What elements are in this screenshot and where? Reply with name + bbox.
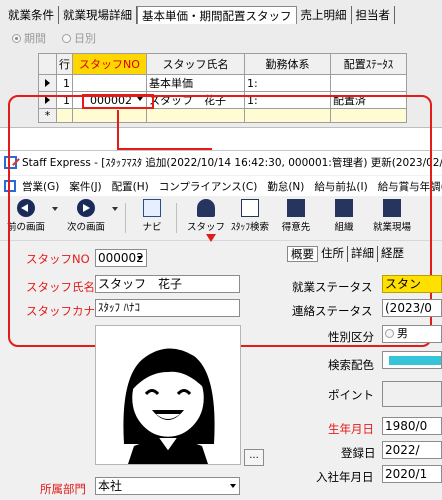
column-header-work-type: 勤務体系 <box>244 53 331 75</box>
staff-kana-field[interactable]: ｽﾀｯﾌ ﾊﾅｺ <box>95 299 240 317</box>
staff-name-label: スタッフ氏名 <box>26 280 95 294</box>
join-date-label: 入社年月日 <box>316 470 374 484</box>
staff-no-select[interactable]: 000002 <box>95 249 147 267</box>
registered-date-label: 登録日 <box>341 446 376 460</box>
tab-work-conditions[interactable]: 就業条件 <box>4 6 59 24</box>
gender-label: 性別区分 <box>328 330 374 344</box>
table-header-row: 行 スタッフNO スタッフ氏名 勤務体系 配置ｽﾃｰﾀｽ <box>38 53 407 75</box>
grid-tabs: 就業条件 就業現場詳細 基本単価・期間配置スタッフ 売上明細 担当者 <box>4 6 395 24</box>
detail-tabs: 概要 住所 詳細 経歴 <box>287 246 407 262</box>
tab-career[interactable]: 経歴 <box>378 246 407 262</box>
color-swatch <box>389 356 441 365</box>
radio-period[interactable]: 期間 <box>12 30 46 46</box>
staff-name-field[interactable]: スタッフ 花子 <box>95 275 240 293</box>
column-header-staff-no: スタッフNO <box>72 53 147 75</box>
tab-sales-detail[interactable]: 売上明細 <box>297 6 352 24</box>
search-color-label: 検索配色 <box>328 358 374 372</box>
tab-address[interactable]: 住所 <box>318 246 348 262</box>
radio-male-icon[interactable] <box>385 329 394 338</box>
staff-portrait-icon <box>123 348 215 464</box>
tab-work-site-detail[interactable]: 就業現場詳細 <box>59 6 137 24</box>
chevron-down-icon[interactable] <box>137 256 143 260</box>
dept-label: 所属部門 <box>40 482 86 496</box>
row-selector[interactable] <box>38 74 57 92</box>
cell-row: 1 <box>56 74 73 92</box>
gender-radio-group[interactable]: 男 <box>382 325 442 343</box>
tab-overview[interactable]: 概要 <box>287 246 318 262</box>
tab-unit-price-staff[interactable]: 基本単価・期間配置スタッフ <box>137 6 297 24</box>
birthdate-field[interactable]: 1980/0 <box>382 417 442 435</box>
column-header-row: 行 <box>56 53 73 75</box>
tab-person-in-charge[interactable]: 担当者 <box>352 6 395 24</box>
cell-work-type[interactable]: 1: <box>244 74 331 92</box>
staff-no-label: スタッフNO <box>26 252 90 266</box>
staff-kana-label: スタッフカナ <box>26 304 95 318</box>
radio-dot-icon <box>62 34 71 43</box>
join-date-field[interactable]: 2020/1 <box>382 465 442 483</box>
dept-value: 本社 <box>98 479 123 493</box>
work-status-field[interactable]: スタン <box>382 275 442 293</box>
column-header-staff-name: スタッフ氏名 <box>146 53 245 75</box>
work-status-label: 就業ステータス <box>292 280 373 294</box>
column-header-status: 配置ｽﾃｰﾀｽ <box>330 53 407 75</box>
birthdate-label: 生年月日 <box>328 422 374 436</box>
contact-status-field[interactable]: (2023/0 <box>382 299 442 317</box>
registered-date-field[interactable]: 2022/ <box>382 441 442 459</box>
point-label: ポイント <box>328 388 374 402</box>
chevron-down-icon[interactable] <box>230 484 236 488</box>
search-color-picker[interactable] <box>382 351 442 369</box>
radio-daily[interactable]: 日別 <box>62 30 96 46</box>
photo-browse-button[interactable]: ... <box>244 449 264 466</box>
cell-staff-no[interactable] <box>72 74 147 92</box>
cell-status[interactable] <box>330 74 407 92</box>
period-radio-group: 期間 日別 <box>12 30 96 46</box>
tab-details[interactable]: 詳細 <box>348 246 378 262</box>
gender-male-label: 男 <box>397 327 408 340</box>
callout-arrowhead-icon <box>206 234 216 242</box>
cell-staff-name[interactable]: 基本単価 <box>146 74 245 92</box>
dept-select[interactable]: 本社 <box>95 477 240 495</box>
point-field[interactable] <box>382 381 442 407</box>
row-selector-header <box>38 53 57 75</box>
staff-photo[interactable] <box>95 325 241 465</box>
row-arrow-icon <box>45 79 50 87</box>
table-row[interactable]: 1 基本単価 1: <box>38 74 407 92</box>
radio-dot-icon <box>12 34 21 43</box>
contact-status-label: 連絡ステータス <box>292 304 373 318</box>
